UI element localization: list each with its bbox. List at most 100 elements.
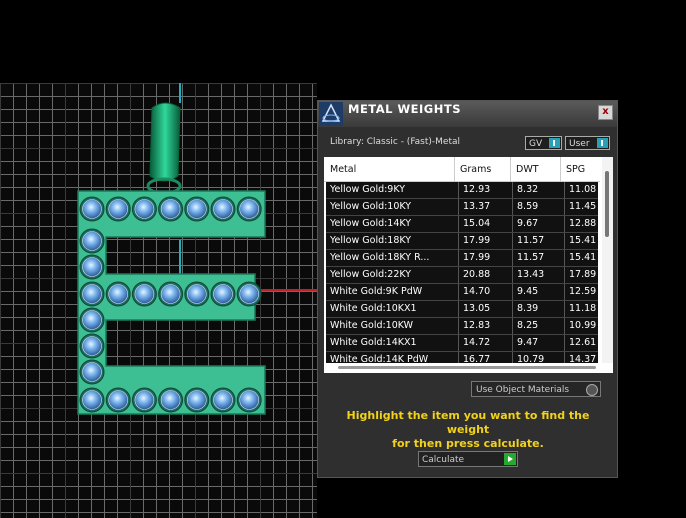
use-object-materials-option[interactable]: Use Object Materials xyxy=(471,381,601,397)
gem-stone xyxy=(108,284,128,304)
table-row[interactable]: White Gold:14KX1 14.72 9.47 12.61 xyxy=(326,335,598,352)
metal-weights-panel: METAL WEIGHTS x Library: Classic - (Fast… xyxy=(317,100,618,478)
column-divider xyxy=(510,157,511,181)
gem-stone xyxy=(134,390,155,410)
vertical-scroll-thumb[interactable] xyxy=(605,171,609,237)
gem-stone xyxy=(239,199,259,219)
use-object-materials-label: Use Object Materials xyxy=(476,385,570,395)
cell-metal: Yellow Gold:18KY xyxy=(330,235,412,246)
table-row[interactable]: Yellow Gold:10KY 13.37 8.59 11.45 xyxy=(326,199,598,216)
cell-spg: 12.88 xyxy=(564,216,598,232)
pendant-bail xyxy=(149,102,181,182)
radio-icon[interactable] xyxy=(586,384,598,396)
close-button[interactable]: x xyxy=(598,105,613,120)
cell-spg: 12.61 xyxy=(564,335,598,351)
column-divider xyxy=(560,157,561,181)
cell-spg: 10.99 xyxy=(564,318,598,334)
instruction-line-2: for then press calculate. xyxy=(392,437,544,450)
table-body: Yellow Gold:9KY 12.93 8.32 11.08 Yellow Gol… xyxy=(326,182,598,369)
panel-titlebar[interactable]: METAL WEIGHTS x xyxy=(318,101,617,127)
gem-stone xyxy=(82,362,102,382)
cell-dwt: 11.57 xyxy=(512,250,567,266)
instruction-line-1: Highlight the item you want to find the … xyxy=(346,409,590,436)
gem-stone xyxy=(187,199,207,219)
cell-spg: 12.59 xyxy=(564,284,598,300)
gem-stone xyxy=(213,390,233,410)
column-header-spg[interactable]: SPG xyxy=(566,164,585,175)
gem-stone xyxy=(108,199,128,219)
cell-metal: White Gold:10KX1 xyxy=(330,303,417,314)
gem-stone xyxy=(82,199,102,219)
cell-grams: 12.93 xyxy=(458,182,515,198)
horizontal-scroll-thumb[interactable] xyxy=(338,366,596,369)
library-label: Library: Classic - (Fast)-Metal xyxy=(330,137,461,147)
gem-stone xyxy=(82,390,102,410)
cell-metal: Yellow Gold:18KY R... xyxy=(330,252,430,263)
user-toggle[interactable]: User xyxy=(565,136,610,150)
metal-weights-table: Metal Grams DWT SPG Yellow Gold:9KY 12.93… xyxy=(324,157,613,373)
gem-stone xyxy=(187,284,207,304)
cell-grams: 17.99 xyxy=(458,233,515,249)
cell-dwt: 8.39 xyxy=(512,301,567,317)
cell-metal: Yellow Gold:10KY xyxy=(330,201,412,212)
cell-dwt: 13.43 xyxy=(512,267,567,283)
gv-toggle[interactable]: GV xyxy=(525,136,562,150)
horizontal-scrollbar[interactable] xyxy=(324,363,613,373)
table-row[interactable]: White Gold:9K PdW 14.70 9.45 12.59 xyxy=(326,284,598,301)
cell-spg: 11.08 xyxy=(564,182,598,198)
column-header-metal[interactable]: Metal xyxy=(330,164,356,175)
cell-dwt: 9.67 xyxy=(512,216,567,232)
calculate-button[interactable]: Calculate xyxy=(418,451,518,467)
cell-spg: 11.18 xyxy=(564,301,598,317)
gem-stone xyxy=(213,284,233,304)
play-arrow-icon xyxy=(504,453,516,465)
gem-stone xyxy=(82,284,102,304)
cell-dwt: 8.59 xyxy=(512,199,567,215)
gem-stone xyxy=(134,284,155,304)
app-logo-icon xyxy=(319,102,343,126)
gem-stone xyxy=(160,390,181,410)
cell-grams: 17.99 xyxy=(458,250,515,266)
cell-grams: 14.70 xyxy=(458,284,515,300)
instruction-text: Highlight the item you want to find the … xyxy=(328,409,608,451)
gem-stone xyxy=(239,284,259,304)
table-row[interactable]: Yellow Gold:9KY 12.93 8.32 11.08 xyxy=(326,182,598,199)
cell-dwt: 9.47 xyxy=(512,335,567,351)
letter-e-pendant-model[interactable] xyxy=(0,0,317,518)
table-row[interactable]: Yellow Gold:14KY 15.04 9.67 12.88 xyxy=(326,216,598,233)
close-icon: x xyxy=(602,106,609,117)
cell-metal: Yellow Gold:14KY xyxy=(330,218,412,229)
table-row[interactable]: Yellow Gold:18KY R... 17.99 11.57 15.41 xyxy=(326,250,598,267)
cell-metal: White Gold:14KX1 xyxy=(330,337,417,348)
cell-spg: 17.89 xyxy=(564,267,598,283)
table-row[interactable]: White Gold:10KW 12.83 8.25 10.99 xyxy=(326,318,598,335)
cell-grams: 13.05 xyxy=(458,301,515,317)
table-row[interactable]: Yellow Gold:22KY 20.88 13.43 17.89 xyxy=(326,267,598,284)
cell-metal: Yellow Gold:9KY xyxy=(330,184,406,195)
calculate-label: Calculate xyxy=(422,455,465,465)
gem-stone xyxy=(82,231,102,251)
column-header-grams[interactable]: Grams xyxy=(460,164,491,175)
cell-spg: 15.41 xyxy=(564,250,598,266)
cell-dwt: 8.25 xyxy=(512,318,567,334)
cell-grams: 14.72 xyxy=(458,335,515,351)
cell-grams: 12.83 xyxy=(458,318,515,334)
cell-grams: 20.88 xyxy=(458,267,515,283)
gv-toggle-label: GV xyxy=(529,139,543,149)
column-header-dwt[interactable]: DWT xyxy=(516,164,539,175)
panel-title: METAL WEIGHTS xyxy=(348,102,461,116)
toggle-knob-icon xyxy=(597,138,608,148)
gem-stone xyxy=(82,310,102,330)
vertical-scrollbar[interactable] xyxy=(602,157,613,363)
cell-dwt: 8.32 xyxy=(512,182,567,198)
cell-dwt: 11.57 xyxy=(512,233,567,249)
gem-stone xyxy=(160,284,181,304)
toggle-knob-icon xyxy=(549,138,560,148)
cell-metal: White Gold:10KW xyxy=(330,320,414,331)
gem-stone xyxy=(134,199,155,219)
table-header: Metal Grams DWT SPG xyxy=(324,157,600,182)
table-row[interactable]: White Gold:10KX1 13.05 8.39 11.18 xyxy=(326,301,598,318)
cell-grams: 13.37 xyxy=(458,199,515,215)
gem-stone xyxy=(187,390,207,410)
table-row[interactable]: Yellow Gold:18KY 17.99 11.57 15.41 xyxy=(326,233,598,250)
